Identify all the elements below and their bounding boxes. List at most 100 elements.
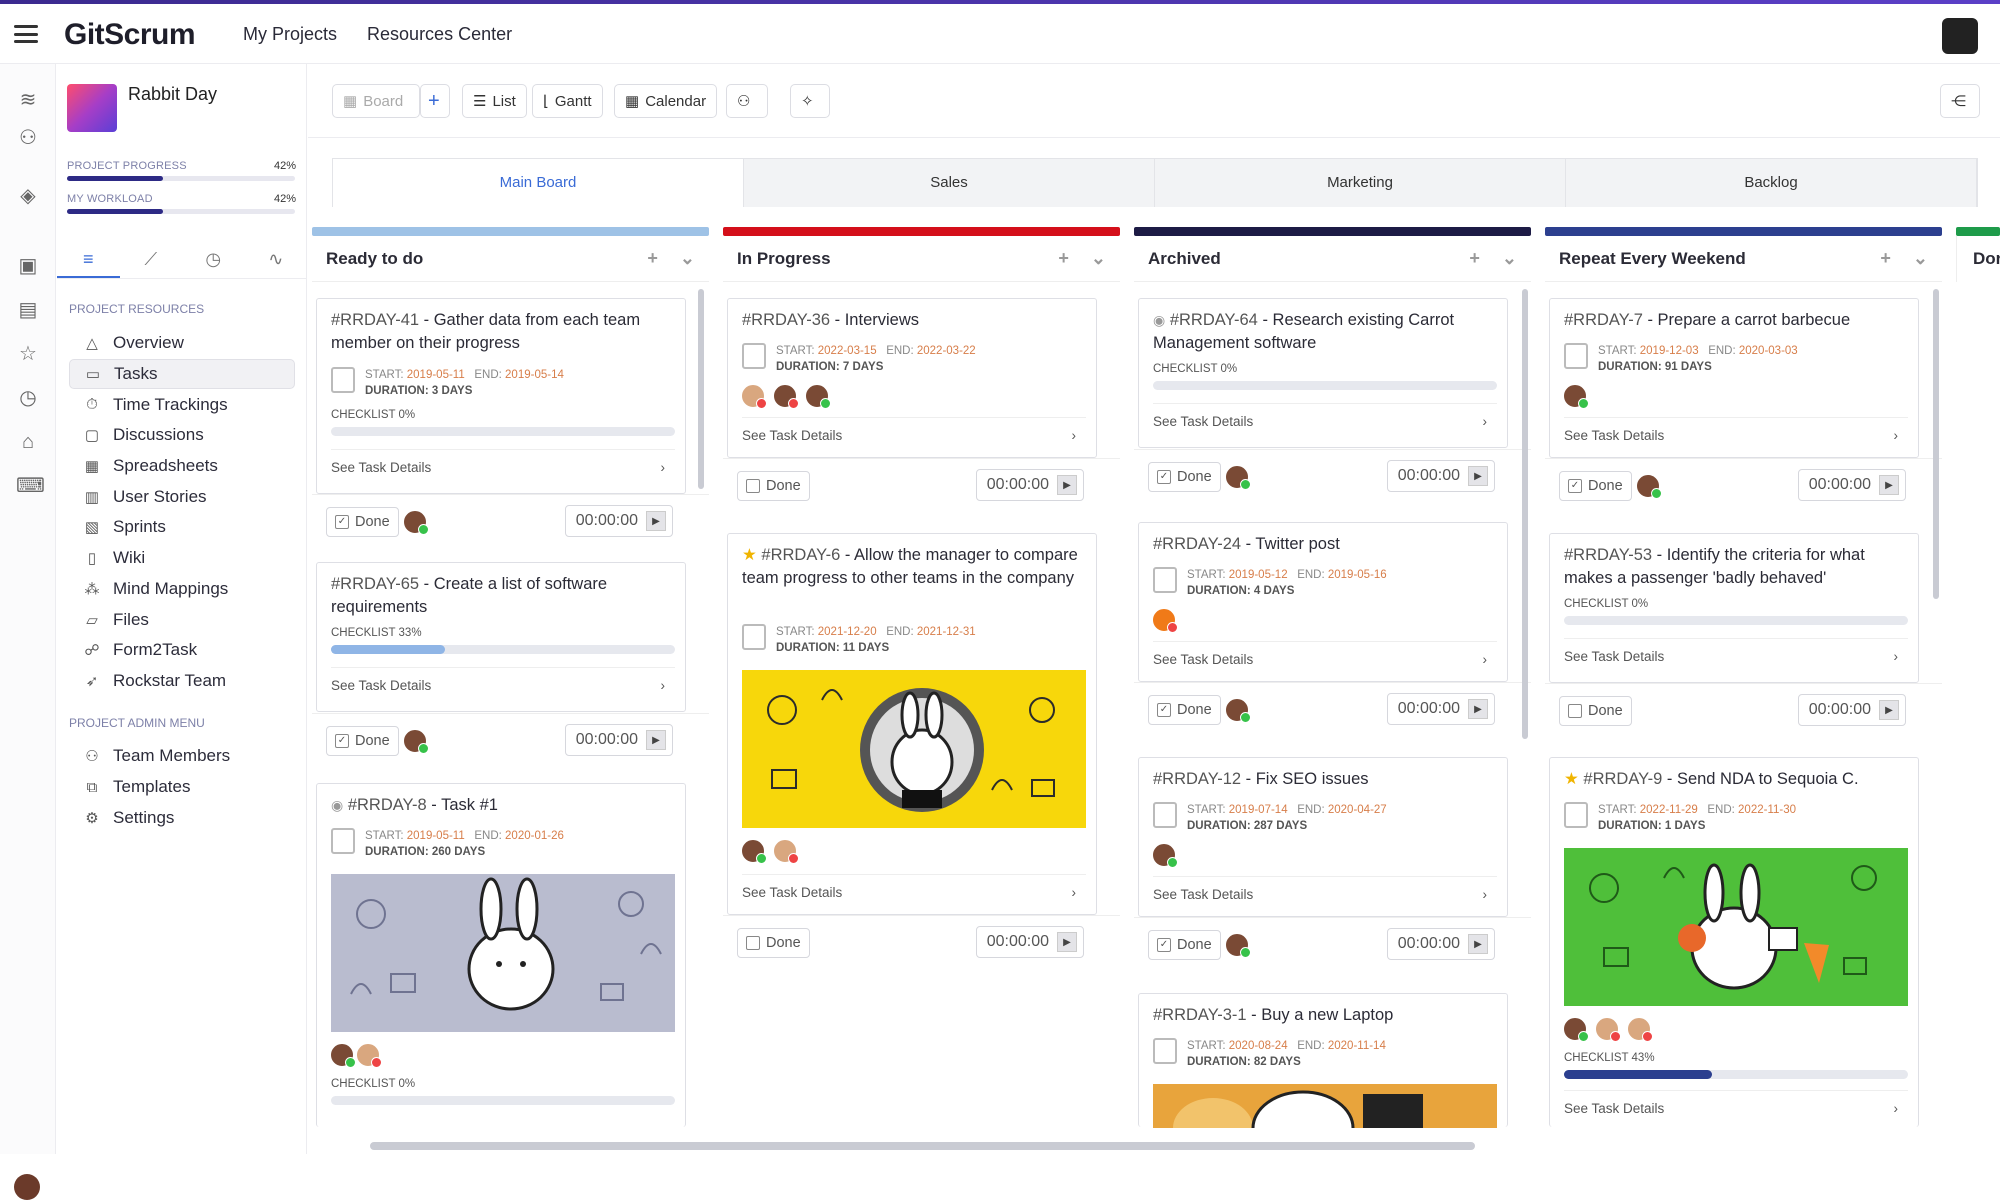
sidebar-item-sprints[interactable]: ▧ Sprints <box>69 512 295 543</box>
see-task-details[interactable]: See Task Details › <box>742 417 1086 443</box>
task-timer[interactable]: 00:00:00 ▶ <box>1386 928 1495 960</box>
avatar[interactable] <box>329 1042 356 1068</box>
board-view-button[interactable]: ▦ Board <box>332 84 420 118</box>
task-card-rrday-36[interactable]: #RRDAY-36 - Interviews START: 2022-03-15… <box>727 298 1097 458</box>
avatar[interactable] <box>772 383 799 409</box>
sidebar-item-wiki[interactable]: ▯ Wiki <box>69 543 295 574</box>
avatar[interactable] <box>1594 1016 1621 1042</box>
chevron-down-icon[interactable]: ⌄ <box>1502 248 1517 269</box>
avatar[interactable] <box>740 838 767 864</box>
task-card-rrday-41[interactable]: #RRDAY-41 - Gather data from each team m… <box>316 298 686 494</box>
tab-activity-icon[interactable]: ∿ <box>245 239 308 278</box>
menu-icon[interactable] <box>14 22 38 46</box>
done-button[interactable]: ✓ Done <box>326 726 399 756</box>
sidebar-item-discussions[interactable]: ▢ Discussions <box>69 420 295 451</box>
rail-avatar[interactable] <box>14 1174 40 1200</box>
task-timer[interactable]: 00:00:00 ▶ <box>975 926 1084 958</box>
play-icon[interactable]: ▶ <box>1468 699 1488 719</box>
sidebar-item-user-stories[interactable]: ▥ User Stories <box>69 481 295 512</box>
add-user-icon[interactable]: ⚇ <box>16 126 40 150</box>
column-scrollbar[interactable] <box>698 289 704 489</box>
sidebar-item-overview[interactable]: △ Overview <box>69 328 295 359</box>
play-icon[interactable]: ▶ <box>1468 466 1488 486</box>
add-task-icon[interactable]: + <box>1058 248 1069 269</box>
done-button[interactable]: ✓ Done <box>326 507 399 537</box>
add-task-icon[interactable]: + <box>647 248 658 269</box>
tab-backlog[interactable]: Backlog <box>1566 159 1977 207</box>
done-button[interactable]: ✓ Done <box>1148 930 1221 960</box>
star-icon[interactable]: ☆ <box>16 342 40 366</box>
add-board-button[interactable]: + <box>420 84 450 118</box>
task-card-rrday-64[interactable]: ◉ #RRDAY-64 - Research existing Carrot M… <box>1138 298 1508 448</box>
see-task-details[interactable]: See Task Details › <box>742 874 1086 900</box>
task-card-rrday-3-1[interactable]: #RRDAY-3-1 - Buy a new Laptop START: 202… <box>1138 993 1508 1128</box>
task-timer[interactable]: 00:00:00 ▶ <box>1797 469 1906 501</box>
play-icon[interactable]: ▶ <box>1057 932 1077 952</box>
nav-resources-center[interactable]: Resources Center <box>367 24 512 45</box>
avatar[interactable] <box>402 509 429 535</box>
project-name[interactable]: Rabbit Day <box>128 84 217 105</box>
calendar-view-button[interactable]: ▦ Calendar <box>614 84 718 118</box>
diamond-icon[interactable]: ◈ <box>16 184 40 208</box>
chevron-down-icon[interactable]: ⌄ <box>1091 248 1106 269</box>
tab-chart-icon[interactable]: ⟋ <box>120 239 183 278</box>
sidebar-item-spreadsheets[interactable]: ▦ Spreadsheets <box>69 451 295 482</box>
avatar[interactable] <box>402 728 429 754</box>
board-icon[interactable]: ▤ <box>16 298 40 322</box>
task-timer[interactable]: 00:00:00 ▶ <box>564 505 673 537</box>
tab-marketing[interactable]: Marketing <box>1155 159 1566 207</box>
task-card-rrday-8[interactable]: ◉ #RRDAY-8 - Task #1 START: 2019-05-11 E… <box>316 783 686 1127</box>
robot-icon[interactable]: ⌂ <box>16 430 40 454</box>
tab-clock-icon[interactable]: ◷ <box>182 239 245 278</box>
board-horizontal-scrollbar[interactable] <box>370 1142 1475 1150</box>
task-card-rrday-7[interactable]: #RRDAY-7 - Prepare a carrot barbecue STA… <box>1549 298 1919 458</box>
avatar[interactable] <box>740 383 767 409</box>
sidebar-item-time-trackings[interactable]: ⏱ Time Trackings <box>69 389 295 420</box>
done-button[interactable]: Done <box>1559 696 1632 726</box>
task-card-rrday-65[interactable]: #RRDAY-65 - Create a list of software re… <box>316 562 686 712</box>
sidebar-item-team-members[interactable]: ⚇ Team Members <box>69 741 295 772</box>
chevron-down-icon[interactable]: ⌄ <box>680 248 695 269</box>
team-view-button[interactable]: ⚇ <box>726 84 768 118</box>
sidebar-item-mind-mappings[interactable]: ⁂ Mind Mappings <box>69 574 295 605</box>
avatar[interactable] <box>1151 842 1178 868</box>
tab-list-icon[interactable]: ≡ <box>57 239 120 278</box>
play-icon[interactable]: ▶ <box>1879 475 1899 495</box>
task-card-rrday-12[interactable]: #RRDAY-12 - Fix SEO issues START: 2019-0… <box>1138 757 1508 917</box>
sidebar-item-tasks[interactable]: ▭ Tasks <box>69 358 295 390</box>
sidebar-item-files[interactable]: ▱ Files <box>69 604 295 635</box>
column-scrollbar[interactable] <box>1933 289 1939 599</box>
see-task-details[interactable]: See Task Details › <box>1153 876 1497 902</box>
add-task-icon[interactable]: + <box>1880 248 1891 269</box>
avatar[interactable] <box>1626 1016 1653 1042</box>
code-icon[interactable]: ⌨ <box>16 474 45 498</box>
sidebar-item-templates[interactable]: ⧉ Templates <box>69 772 295 803</box>
avatar[interactable] <box>1224 697 1251 723</box>
briefcase-icon[interactable]: ▣ <box>16 254 40 278</box>
done-button[interactable]: Done <box>737 928 810 958</box>
avatar[interactable] <box>1562 1016 1589 1042</box>
done-button[interactable]: Done <box>737 471 810 501</box>
avatar[interactable] <box>355 1042 382 1068</box>
task-card-rrday-53[interactable]: #RRDAY-53 - Identify the criteria for wh… <box>1549 533 1919 683</box>
see-task-details[interactable]: See Task Details › <box>1564 1090 1908 1116</box>
user-avatar[interactable] <box>1942 18 1978 54</box>
avatar[interactable] <box>804 383 831 409</box>
play-icon[interactable]: ▶ <box>1057 475 1077 495</box>
sidebar-item-rockstar-team[interactable]: ➶ Rockstar Team <box>69 666 295 697</box>
see-task-details[interactable]: See Task Details › <box>331 449 675 475</box>
task-timer[interactable]: 00:00:00 ▶ <box>1797 694 1906 726</box>
gantt-view-button[interactable]: ⌊ Gantt <box>532 84 603 118</box>
task-timer[interactable]: 00:00:00 ▶ <box>1386 460 1495 492</box>
see-task-details[interactable]: See Task Details › <box>1153 641 1497 667</box>
play-icon[interactable]: ▶ <box>1468 934 1488 954</box>
clock-icon[interactable]: ◷ <box>16 386 40 410</box>
task-card-rrday-24[interactable]: #RRDAY-24 - Twitter post START: 2019-05-… <box>1138 522 1508 682</box>
share-button[interactable]: ⋲ <box>1940 84 1980 118</box>
play-icon[interactable]: ▶ <box>646 511 666 531</box>
avatar[interactable] <box>1224 932 1251 958</box>
avatar[interactable] <box>772 838 799 864</box>
play-icon[interactable]: ▶ <box>1879 700 1899 720</box>
see-task-details[interactable]: See Task Details › <box>331 667 675 693</box>
avatar[interactable] <box>1562 383 1589 409</box>
